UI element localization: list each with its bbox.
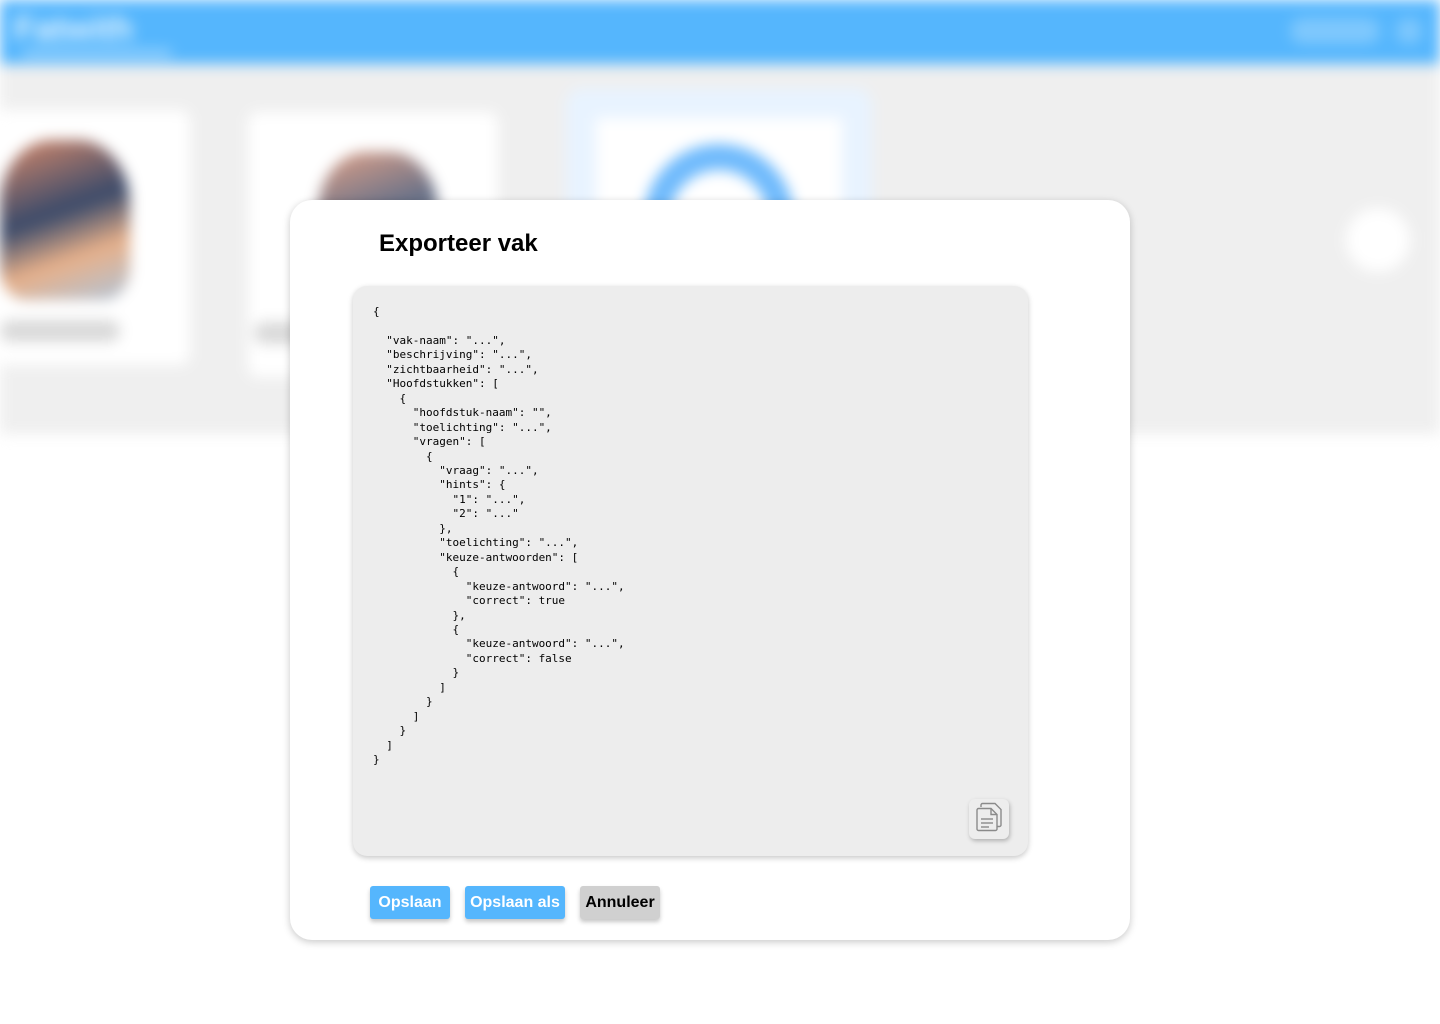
- dialog-title: Exporteer vak: [379, 230, 538, 257]
- course-card: [0, 110, 190, 365]
- avatar: [1396, 18, 1422, 44]
- save-as-button[interactable]: Opslaan als: [465, 886, 565, 919]
- export-json-code[interactable]: { "vak-naam": "...", "beschrijving": "..…: [373, 305, 625, 768]
- save-button[interactable]: Opslaan: [370, 886, 450, 919]
- app-logo: Fatwith: [14, 10, 133, 48]
- export-dialog: Exporteer vak { "vak-naam": "...", "besc…: [290, 200, 1130, 940]
- cancel-button[interactable]: Annuleer: [580, 886, 660, 919]
- app-logo-subtitle: [22, 50, 172, 56]
- course-card-label: [0, 320, 120, 342]
- top-bar: Fatwith: [0, 0, 1440, 64]
- user-menu: [1290, 18, 1380, 44]
- carousel-next-button: [1346, 208, 1410, 272]
- copy-icon: [975, 802, 1003, 837]
- app-root: Fatwith Exporteer vak { "vak-naam": "...…: [0, 0, 1440, 1024]
- export-code-panel: { "vak-naam": "...", "beschrijving": "..…: [353, 286, 1028, 856]
- course-image: [0, 140, 130, 300]
- copy-button[interactable]: [969, 799, 1009, 839]
